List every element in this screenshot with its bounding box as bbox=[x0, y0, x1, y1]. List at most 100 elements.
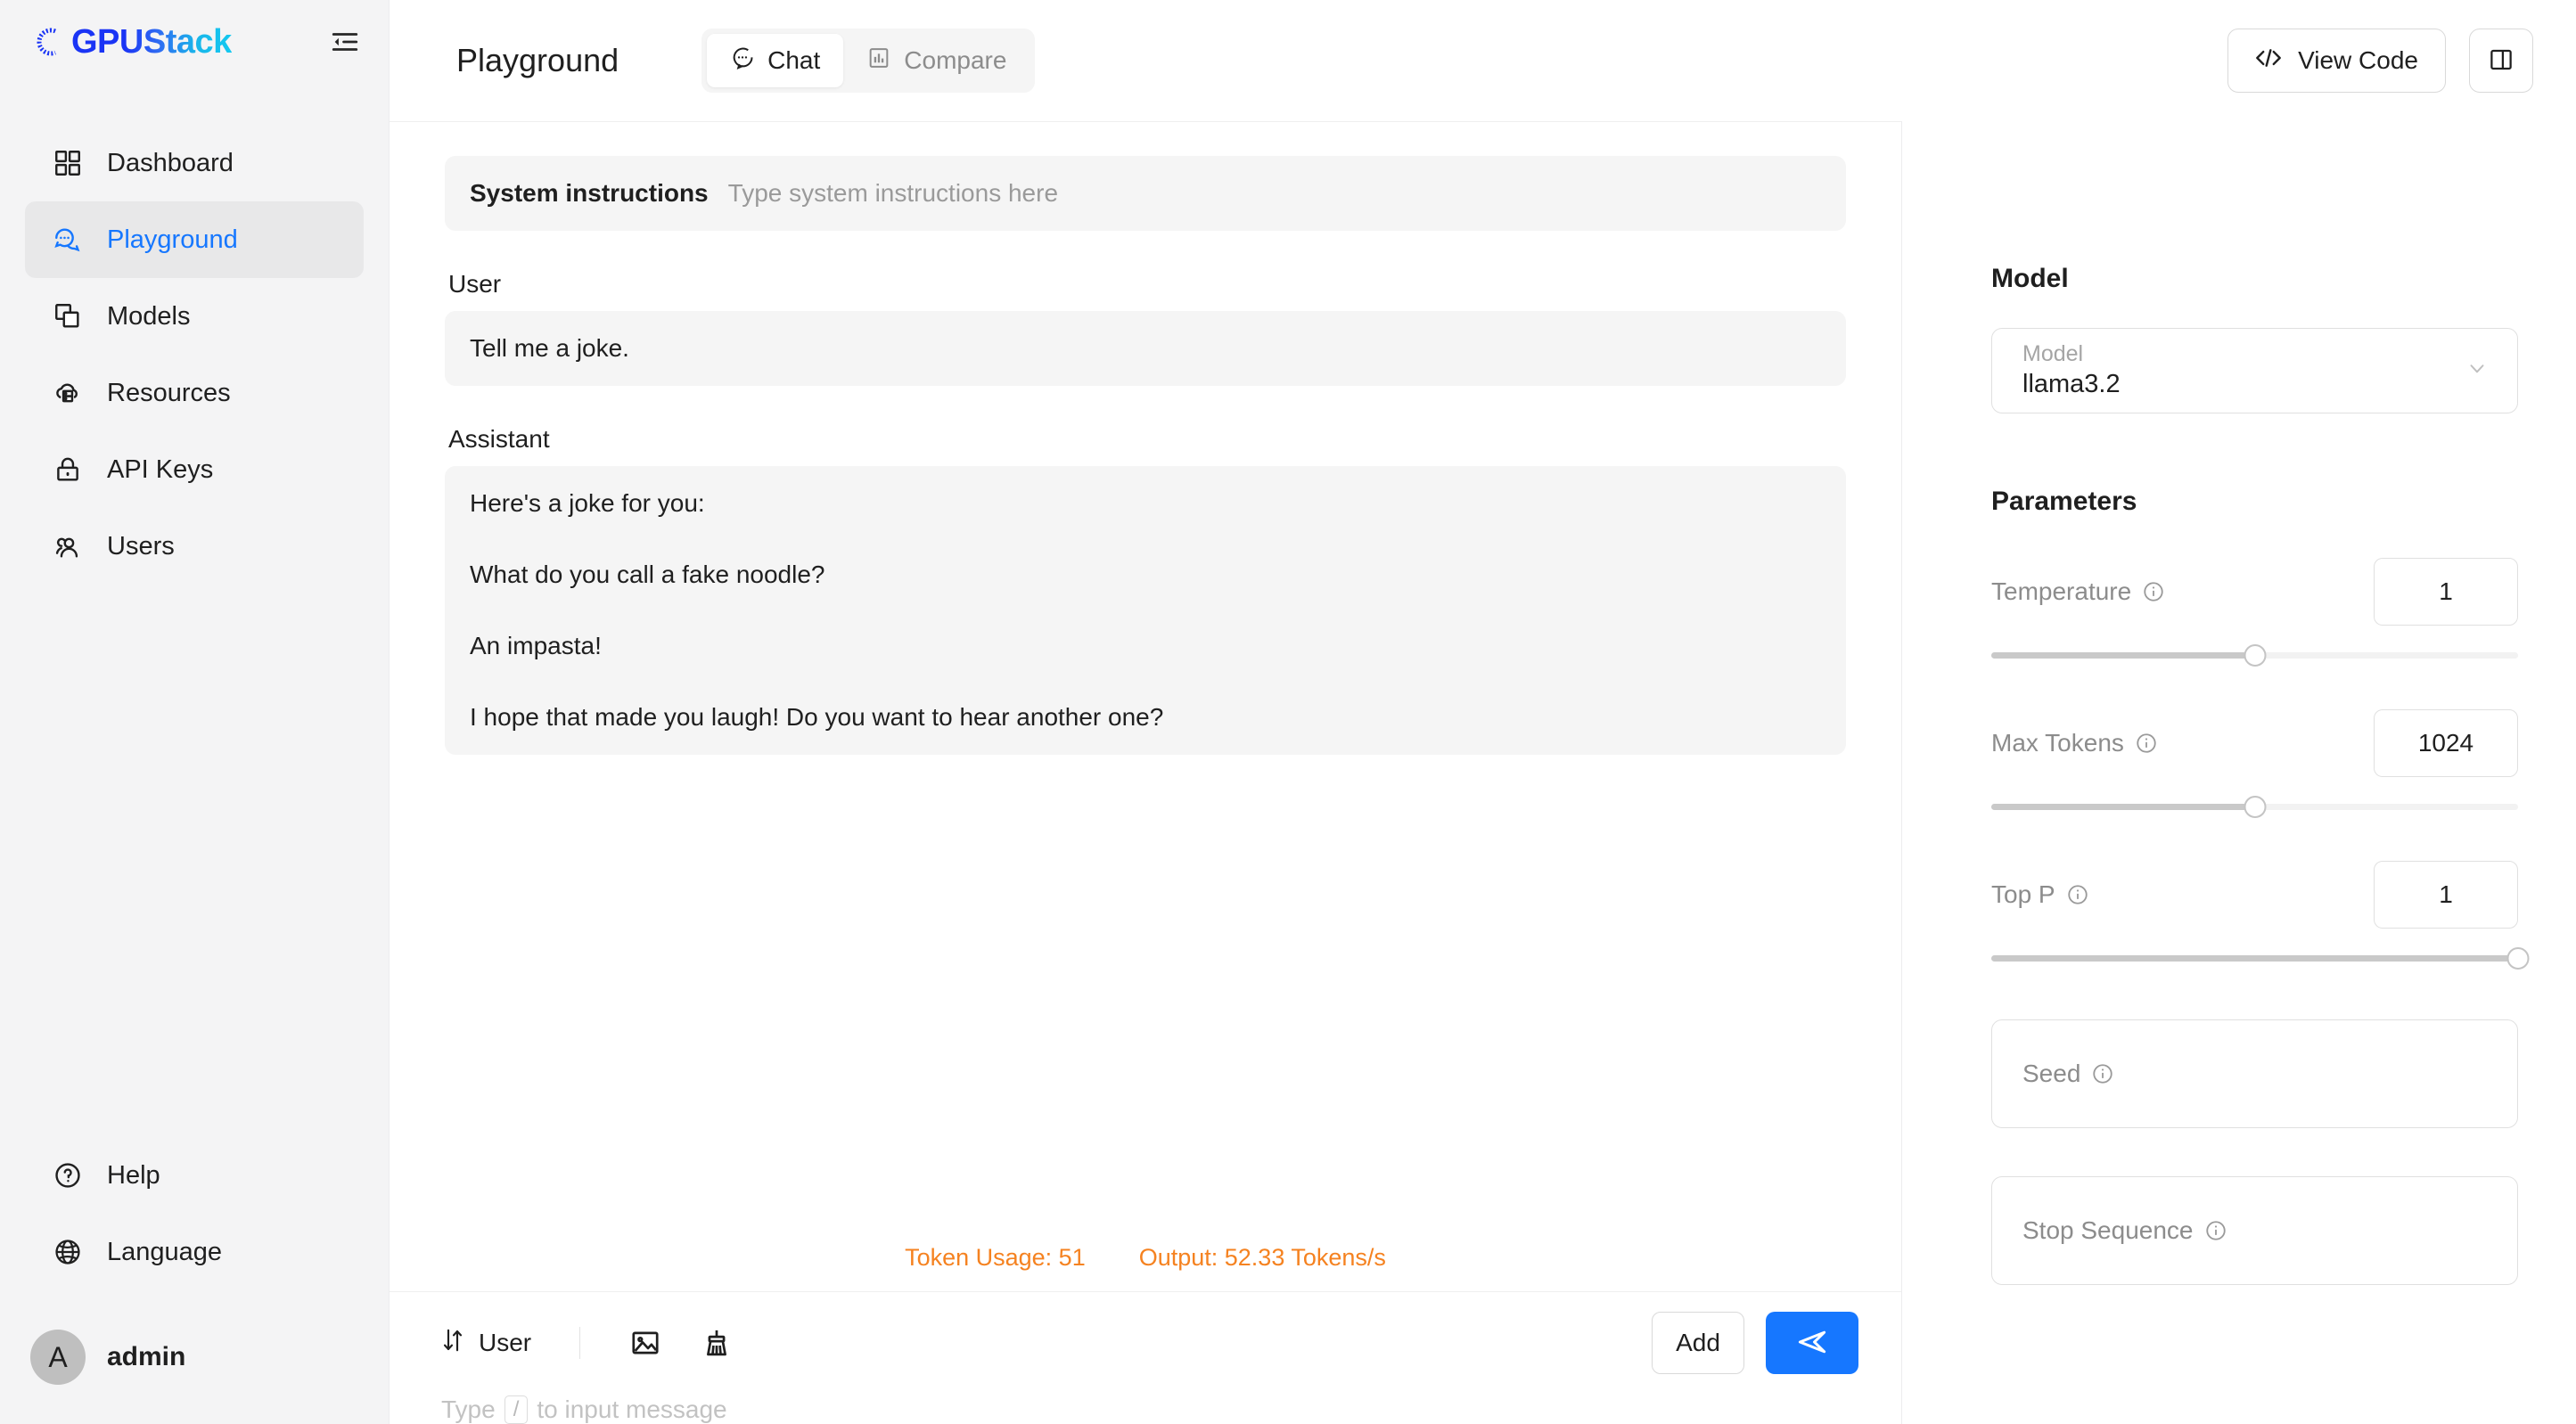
message-assistant: Assistant Here's a joke for you: What do… bbox=[445, 425, 1846, 755]
param-slider[interactable] bbox=[1991, 793, 2518, 820]
users-icon bbox=[52, 530, 84, 562]
param-header: Temperature 1 bbox=[1991, 558, 2518, 626]
slider-thumb[interactable] bbox=[2244, 796, 2266, 818]
message-body[interactable]: Here's a joke for you: What do you call … bbox=[445, 466, 1846, 755]
sidebar-account[interactable]: A admin bbox=[0, 1290, 389, 1424]
param-label-wrap: Max Tokens bbox=[1991, 729, 2158, 757]
system-instructions-row[interactable]: System instructions Type system instruct… bbox=[445, 156, 1846, 231]
param-value-input[interactable]: 1024 bbox=[2374, 709, 2518, 777]
menu-fold-icon[interactable] bbox=[324, 21, 365, 62]
chat-content: System instructions Type system instruct… bbox=[445, 156, 1846, 755]
param-label: Temperature bbox=[1991, 577, 2132, 605]
system-instructions-input[interactable]: Type system instructions here bbox=[728, 179, 1058, 208]
param-temperature: Temperature 1 bbox=[1991, 558, 2518, 668]
code-brackets-icon bbox=[2255, 46, 2282, 76]
sidebar-item-playground[interactable]: Playground bbox=[25, 201, 364, 278]
info-circle-icon[interactable] bbox=[2142, 580, 2165, 603]
param-header: Top P 1 bbox=[1991, 861, 2518, 929]
tab-label: Chat bbox=[767, 46, 821, 74]
stop-sequence-input[interactable]: Stop Sequence bbox=[1991, 1176, 2518, 1285]
info-circle-icon[interactable] bbox=[2204, 1219, 2227, 1242]
sidebar-item-label: Models bbox=[107, 301, 191, 331]
sidebar-item-users[interactable]: Users bbox=[25, 508, 364, 585]
top-bar-actions: View Code bbox=[2227, 29, 2533, 93]
sidebar-item-models[interactable]: Models bbox=[25, 278, 364, 355]
message-body[interactable]: Tell me a joke. bbox=[445, 311, 1846, 386]
chat-scroll-area[interactable]: System instructions Type system instruct… bbox=[390, 122, 1901, 1235]
model-select-content: Model llama3.2 bbox=[2022, 342, 2121, 398]
param-header: Max Tokens 1024 bbox=[1991, 709, 2518, 777]
sidebar-bottom-nav: Help Language A admin bbox=[0, 1137, 389, 1424]
mode-tabs: Chat Compare bbox=[701, 29, 1036, 93]
send-button[interactable] bbox=[1766, 1312, 1858, 1374]
message-input[interactable]: Type / to input message bbox=[432, 1371, 1858, 1424]
sidebar-item-label: Resources bbox=[107, 378, 231, 407]
param-top-p: Top P 1 bbox=[1991, 861, 2530, 971]
model-select[interactable]: Model llama3.2 bbox=[1991, 328, 2518, 413]
layout-toggle-button[interactable] bbox=[2469, 29, 2533, 93]
role-selector[interactable]: User bbox=[432, 1327, 540, 1360]
sidebar-item-label: API Keys bbox=[107, 454, 214, 484]
tab-compare[interactable]: Compare bbox=[843, 34, 1030, 87]
slider-fill bbox=[1991, 652, 2255, 659]
placeholder-suffix: to input message bbox=[537, 1395, 727, 1423]
stop-sequence-label: Stop Sequence bbox=[2022, 1216, 2194, 1244]
param-slider[interactable] bbox=[1991, 642, 2518, 668]
chat-dots-icon bbox=[730, 45, 755, 77]
param-label: Top P bbox=[1991, 880, 2055, 908]
image-icon[interactable] bbox=[619, 1317, 671, 1369]
token-usage-text: Token Usage: 51 bbox=[905, 1244, 1086, 1271]
info-circle-icon[interactable] bbox=[2135, 732, 2158, 755]
system-instructions-label: System instructions bbox=[470, 179, 709, 207]
role-selector-label: User bbox=[479, 1329, 532, 1356]
chevron-down-icon bbox=[2465, 357, 2489, 385]
sidebar-nav: Dashboard Playground Models Resources AP… bbox=[0, 125, 389, 585]
param-value-input[interactable]: 1 bbox=[2374, 861, 2518, 929]
compare-panels-icon bbox=[866, 45, 891, 77]
account-name: admin bbox=[107, 1342, 186, 1371]
composer-toolbar: User Add bbox=[432, 1312, 1858, 1374]
view-code-button[interactable]: View Code bbox=[2227, 29, 2446, 93]
add-message-button[interactable]: Add bbox=[1652, 1312, 1744, 1374]
sidebar-item-language[interactable]: Language bbox=[25, 1214, 364, 1290]
param-label: Max Tokens bbox=[1991, 729, 2124, 757]
app-root: GPUStack Dashboard Playground Models Res… bbox=[0, 0, 2576, 1424]
info-circle-icon[interactable] bbox=[2066, 883, 2089, 906]
seed-label: Seed bbox=[2022, 1060, 2081, 1087]
info-circle-icon[interactable] bbox=[2091, 1062, 2114, 1085]
dashboard-grid-icon bbox=[52, 147, 84, 179]
composer-actions: Add bbox=[1652, 1312, 1858, 1374]
cloud-server-icon bbox=[52, 377, 84, 409]
gpustack-logo-icon bbox=[34, 27, 64, 57]
param-max-tokens: Max Tokens 1024 bbox=[1991, 709, 2518, 820]
split-panel-icon bbox=[2488, 46, 2514, 76]
view-code-label: View Code bbox=[2298, 46, 2418, 74]
sidebar-item-resources[interactable]: Resources bbox=[25, 355, 364, 431]
sidebar-item-help[interactable]: Help bbox=[25, 1137, 364, 1214]
slider-thumb[interactable] bbox=[2506, 947, 2530, 970]
sidebar-item-dashboard[interactable]: Dashboard bbox=[25, 125, 364, 201]
seed-input[interactable]: Seed bbox=[1991, 1019, 2518, 1128]
sidebar-item-api-keys[interactable]: API Keys bbox=[25, 431, 364, 508]
message-role-label: User bbox=[448, 270, 502, 298]
slider-thumb[interactable] bbox=[2244, 644, 2266, 667]
sidebar-header: GPUStack bbox=[0, 0, 389, 84]
broom-icon[interactable] bbox=[691, 1317, 742, 1369]
message-user: User Tell me a joke. bbox=[445, 270, 1846, 386]
sidebar: GPUStack Dashboard Playground Models Res… bbox=[0, 0, 390, 1424]
toolbar-divider bbox=[579, 1327, 581, 1359]
model-section-title: Model bbox=[1991, 264, 2069, 293]
slider-fill bbox=[1991, 804, 2255, 810]
param-value-input[interactable]: 1 bbox=[2374, 558, 2518, 626]
app-logo: GPUStack bbox=[34, 25, 232, 59]
tab-chat[interactable]: Chat bbox=[707, 34, 844, 87]
param-label-wrap: Top P bbox=[1991, 880, 2089, 909]
sidebar-item-label: Help bbox=[107, 1160, 160, 1190]
model-select-label: Model bbox=[2022, 341, 2084, 367]
parameters-section-title: Parameters bbox=[1991, 487, 2137, 516]
slider-fill bbox=[1991, 955, 2518, 962]
param-slider[interactable] bbox=[1991, 945, 2530, 971]
page-title: Playground bbox=[456, 42, 619, 78]
swap-arrows-icon bbox=[441, 1327, 464, 1360]
tab-label: Compare bbox=[904, 46, 1007, 74]
